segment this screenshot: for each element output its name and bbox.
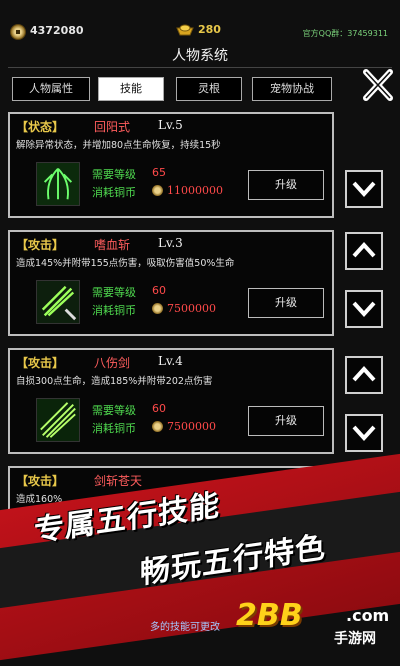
move-down-button[interactable]: [345, 170, 383, 208]
required-level-value: 60: [152, 402, 166, 415]
tab-attributes[interactable]: 人物属性: [12, 77, 90, 101]
skill-card: 【状态】 回阳式 Lv.5 解除异常状态，并增加80点生命恢复，持续15秒 需要…: [8, 112, 334, 218]
site-logo-domain: .com: [346, 606, 390, 625]
skill-type-tag: 【攻击】: [16, 474, 65, 488]
upgrade-button[interactable]: 升级: [248, 170, 324, 200]
skill-hand-icon: [36, 162, 80, 206]
skill-name: 回阳式: [94, 120, 131, 134]
required-level-value: 65: [152, 166, 166, 179]
site-logo-subtitle: 手游网: [334, 631, 376, 647]
cost-label: 消耗铜币: [92, 186, 136, 199]
upgrade-button[interactable]: 升级: [248, 406, 324, 436]
skill-level: Lv.5: [158, 118, 183, 132]
move-down-button[interactable]: [345, 290, 383, 328]
skill-card: 【攻击】 嗜血斩 Lv.3 造成145%并附带155点伤害，吸取伤害值50%生命…: [8, 230, 334, 336]
move-down-button[interactable]: [345, 414, 383, 452]
tab-skills[interactable]: 技能: [98, 77, 164, 101]
cost-label: 消耗铜币: [92, 422, 136, 435]
required-level-label: 需要等级: [92, 404, 136, 417]
promo-hint-text: 多的技能可更改: [150, 622, 220, 633]
cost-value: 7500000: [167, 302, 216, 315]
skill-level: Lv.3: [158, 236, 183, 250]
skill-type-tag: 【攻击】: [16, 238, 65, 252]
gold-ingot-icon: [176, 24, 194, 36]
character-system-screen: 4372080 280 官方QQ群：37459311 人物系统 人物属性 技能 …: [0, 0, 400, 666]
chevron-down-icon: [352, 181, 376, 197]
chevron-up-icon: [352, 242, 376, 258]
required-level-label: 需要等级: [92, 168, 136, 181]
cost-label: 消耗铜币: [92, 304, 136, 317]
title-divider: [8, 67, 392, 68]
cost-value: 7500000: [167, 420, 216, 433]
copper-coin-icon: [10, 24, 26, 40]
chevron-up-icon: [352, 366, 376, 382]
chevron-down-icon: [352, 425, 376, 441]
skill-description: 造成145%并附带155点伤害，吸取伤害值50%生命: [16, 258, 235, 269]
site-logo: 2BB: [236, 598, 303, 633]
skill-description: 自损300点生命，造成185%并附带202点伤害: [16, 376, 213, 387]
skill-sword-icon: [36, 280, 80, 324]
required-level-label: 需要等级: [92, 286, 136, 299]
skill-description: 解除异常状态，并增加80点生命恢复，持续15秒: [16, 140, 221, 151]
required-level-value: 60: [152, 284, 166, 297]
skill-type-tag: 【状态】: [16, 120, 65, 134]
tab-pet-assist[interactable]: 宠物协战: [252, 77, 332, 101]
tab-spirit-root[interactable]: 灵根: [176, 77, 242, 101]
close-icon[interactable]: [362, 68, 394, 102]
copper-coin-icon: [152, 303, 163, 314]
skill-name: 嗜血斩: [94, 238, 131, 252]
page-title: 人物系统: [172, 48, 228, 64]
skill-card: 【攻击】 八伤剑 Lv.4 自损300点生命，造成185%并附带202点伤害 需…: [8, 348, 334, 454]
qq-group-text: 官方QQ群：37459311: [302, 29, 388, 38]
skill-name: 剑斩苍天: [94, 474, 143, 488]
move-up-button[interactable]: [345, 356, 383, 394]
coin-count: 4372080: [30, 24, 84, 37]
chevron-down-icon: [352, 301, 376, 317]
skill-level: Lv.4: [158, 354, 183, 368]
skill-name: 八伤剑: [94, 356, 131, 370]
copper-coin-icon: [152, 421, 163, 432]
skill-blade-icon: [36, 398, 80, 442]
move-up-button[interactable]: [345, 232, 383, 270]
upgrade-button[interactable]: 升级: [248, 288, 324, 318]
skill-type-tag: 【攻击】: [16, 356, 65, 370]
copper-coin-icon: [152, 185, 163, 196]
cost-value: 11000000: [167, 184, 223, 197]
ingot-count: 280: [198, 23, 221, 36]
